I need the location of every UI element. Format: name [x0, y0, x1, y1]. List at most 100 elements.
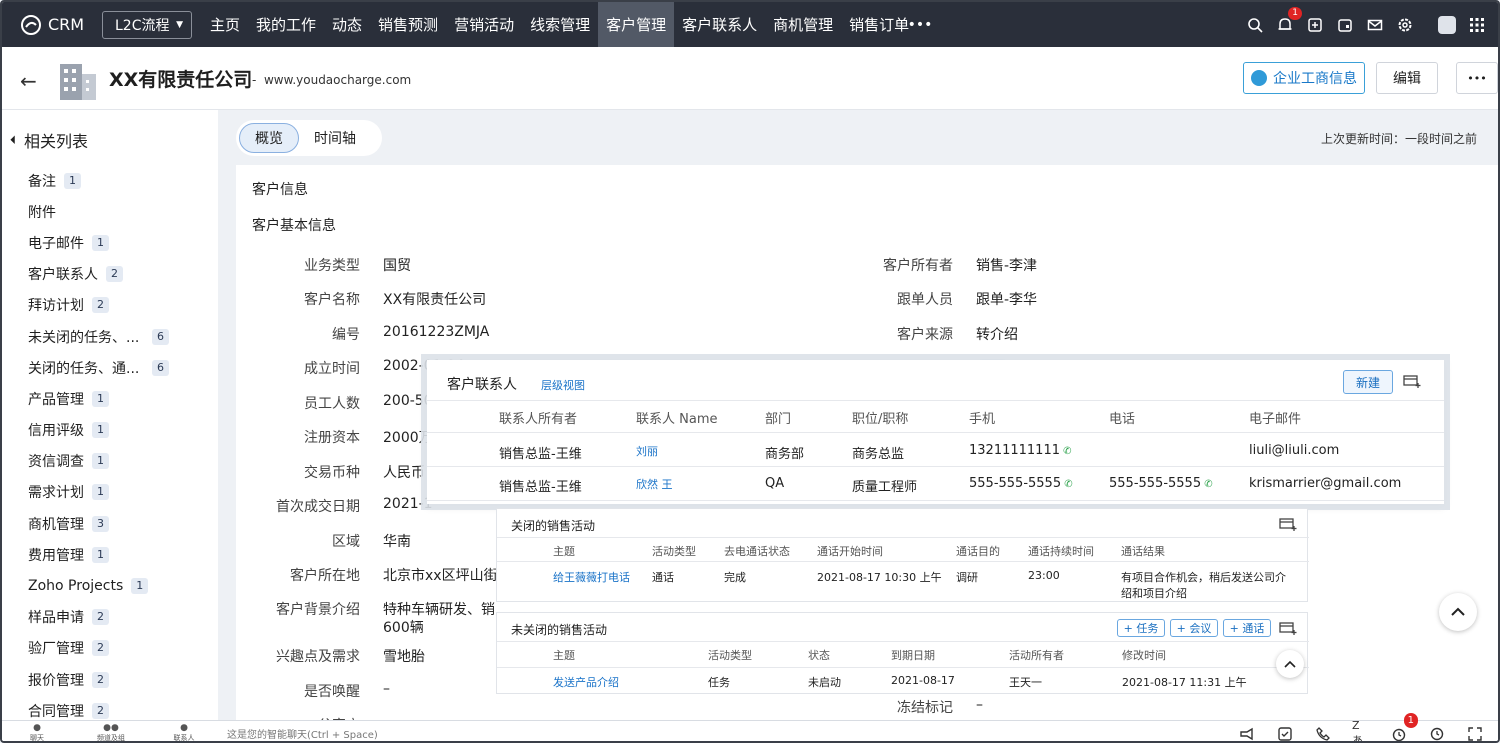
field-value[interactable]: 特种车辆研发、销	[383, 599, 495, 619]
column-header[interactable]: 状态	[808, 647, 830, 663]
sidebar-item[interactable]: 报价管理 2	[28, 664, 208, 695]
sidebar-item[interactable]: 验厂管理 2	[28, 633, 208, 664]
expand-icon[interactable]	[1466, 725, 1484, 742]
add-icon[interactable]	[1306, 16, 1324, 34]
sidebar-item[interactable]: 商机管理 3	[28, 508, 208, 539]
calendar-icon[interactable]	[1336, 16, 1354, 34]
hierarchy-view-link[interactable]: 层级视图	[541, 377, 585, 393]
field-value[interactable]: XX有限责任公司	[383, 289, 486, 309]
table-cell[interactable]: 给王薇薇打电话	[553, 569, 633, 585]
sidebar-item[interactable]: 客户联系人 2	[28, 259, 208, 290]
add-task-button[interactable]: + 任务	[1117, 619, 1165, 637]
account-website[interactable]: - www.youdaocharge.com	[252, 73, 411, 87]
new-contact-button[interactable]: 新建	[1343, 370, 1393, 394]
field-value[interactable]: 人民币	[383, 462, 425, 482]
phone-icon[interactable]: ✆	[1060, 446, 1071, 457]
column-header[interactable]: 电话	[1109, 408, 1135, 427]
scroll-top-small-button[interactable]	[1276, 650, 1304, 678]
column-header[interactable]: 活动类型	[652, 543, 696, 559]
table-add-icon[interactable]	[1279, 517, 1297, 531]
bell-icon[interactable]: 1	[1276, 6, 1302, 34]
nav-tab[interactable]: 营销活动	[446, 2, 522, 47]
phone-icon[interactable]: ✆	[1061, 479, 1072, 490]
phone-icon[interactable]	[1314, 725, 1332, 742]
field-value[interactable]: 2021-1	[383, 496, 433, 512]
column-header[interactable]: 通话持续时间	[1028, 543, 1094, 559]
related-list-header[interactable]: ⏴ 相关列表	[10, 128, 88, 152]
phone-icon[interactable]: ✆	[1201, 479, 1212, 490]
collapse-icon[interactable]: ⏴	[10, 133, 16, 148]
field-value[interactable]: 20161223ZMJA	[383, 324, 489, 340]
sidebar-item[interactable]: 关闭的任务、通... 6	[28, 352, 208, 383]
tab-overview[interactable]: 概览	[239, 123, 299, 153]
add-call-button[interactable]: + 通话	[1223, 619, 1271, 637]
nav-tab[interactable]: 销售订单	[841, 2, 917, 47]
column-header[interactable]: 通话目的	[956, 543, 1000, 559]
sidebar-item[interactable]: 需求计划 1	[28, 477, 208, 508]
table-add-icon[interactable]	[1403, 374, 1421, 388]
field-value[interactable]: 2000万	[383, 427, 433, 447]
sidebar-item[interactable]: Zoho Projects 1	[28, 570, 208, 601]
nav-tab[interactable]: 客户管理	[598, 2, 675, 47]
column-header[interactable]: 部门	[765, 408, 791, 427]
checklist-icon[interactable]	[1276, 725, 1294, 742]
column-header[interactable]: 主题	[553, 647, 575, 663]
avatar[interactable]	[1438, 15, 1456, 34]
field-value[interactable]: 转介绍	[976, 324, 1018, 344]
column-header[interactable]: 修改时间	[1122, 647, 1166, 663]
mail-icon[interactable]	[1366, 16, 1384, 34]
sidebar-item[interactable]: 备注 1	[28, 165, 208, 196]
alarm-icon[interactable]: 1	[1390, 712, 1418, 742]
column-header[interactable]: 联系人所有者	[499, 408, 577, 427]
field-value[interactable]: 华南	[383, 531, 411, 551]
table-cell[interactable]: 发送产品介绍	[553, 674, 619, 690]
nav-tab[interactable]: 动态	[324, 2, 370, 47]
column-header[interactable]: 主题	[553, 543, 575, 559]
gear-icon[interactable]	[1396, 16, 1414, 34]
column-header[interactable]: 联系人 Name	[636, 408, 718, 427]
field-value[interactable]: 200-50	[383, 393, 433, 409]
nav-tab[interactable]: 销售预测	[370, 2, 446, 47]
nav-tab[interactable]: 商机管理	[765, 2, 841, 47]
edit-button[interactable]: 编辑	[1376, 62, 1438, 94]
channels-shortcut[interactable]: ●● 频道及组	[91, 723, 131, 741]
field-value[interactable]: –	[383, 681, 390, 697]
field-value[interactable]: 国贸	[383, 255, 411, 275]
table-add-icon[interactable]	[1279, 621, 1297, 635]
scroll-top-button[interactable]	[1439, 593, 1477, 631]
nav-tab[interactable]: 客户联系人	[674, 2, 765, 47]
megaphone-icon[interactable]	[1238, 725, 1256, 742]
sidebar-item[interactable]: 费用管理 1	[28, 539, 208, 570]
tab-timeline[interactable]: 时间轴	[299, 123, 371, 153]
column-header[interactable]: 手机	[969, 408, 995, 427]
business-info-button[interactable]: 企业工商信息	[1243, 62, 1365, 94]
contacts-shortcut[interactable]: ● 联系人	[164, 723, 204, 741]
field-value[interactable]: 北京市xx区坪山街	[383, 565, 498, 585]
sidebar-item[interactable]: 电子邮件 1	[28, 227, 208, 258]
sidebar-item[interactable]: 样品申请 2	[28, 602, 208, 633]
chat-shortcut[interactable]: ● 聊天	[17, 723, 57, 741]
column-header[interactable]: 电子邮件	[1249, 408, 1301, 427]
chat-input[interactable]: 这是您的智能聊天(Ctrl + Space)	[227, 726, 378, 741]
back-arrow-icon[interactable]: ←	[20, 69, 37, 93]
column-header[interactable]: 去电通话状态	[724, 543, 790, 559]
field-value[interactable]: 雪地胎	[383, 646, 425, 666]
nav-tab[interactable]: 线索管理	[522, 2, 598, 47]
column-header[interactable]: 到期日期	[891, 647, 935, 663]
column-header[interactable]: 活动类型	[708, 647, 752, 663]
crm-logo[interactable]: CRM	[20, 14, 100, 36]
history-icon[interactable]	[1428, 725, 1446, 742]
more-actions-button[interactable]: •••	[1456, 62, 1498, 94]
column-header[interactable]: 通话开始时间	[817, 543, 883, 559]
table-cell[interactable]: 刘丽	[636, 443, 658, 459]
sidebar-item[interactable]: 拜访计划 2	[28, 290, 208, 321]
nav-tab[interactable]: 我的工作	[248, 2, 324, 47]
sidebar-item[interactable]: 信用评级 1	[28, 415, 208, 446]
apps-grid-icon[interactable]	[1468, 16, 1486, 34]
field-value[interactable]: 销售-李津	[976, 255, 1037, 275]
process-dropdown[interactable]: L2C流程 ▼	[102, 10, 192, 39]
field-value[interactable]: 跟单-李华	[976, 289, 1037, 309]
more-icon[interactable]: •••	[908, 16, 933, 34]
column-header[interactable]: 通话结果	[1121, 543, 1165, 559]
search-icon[interactable]	[1246, 16, 1264, 34]
